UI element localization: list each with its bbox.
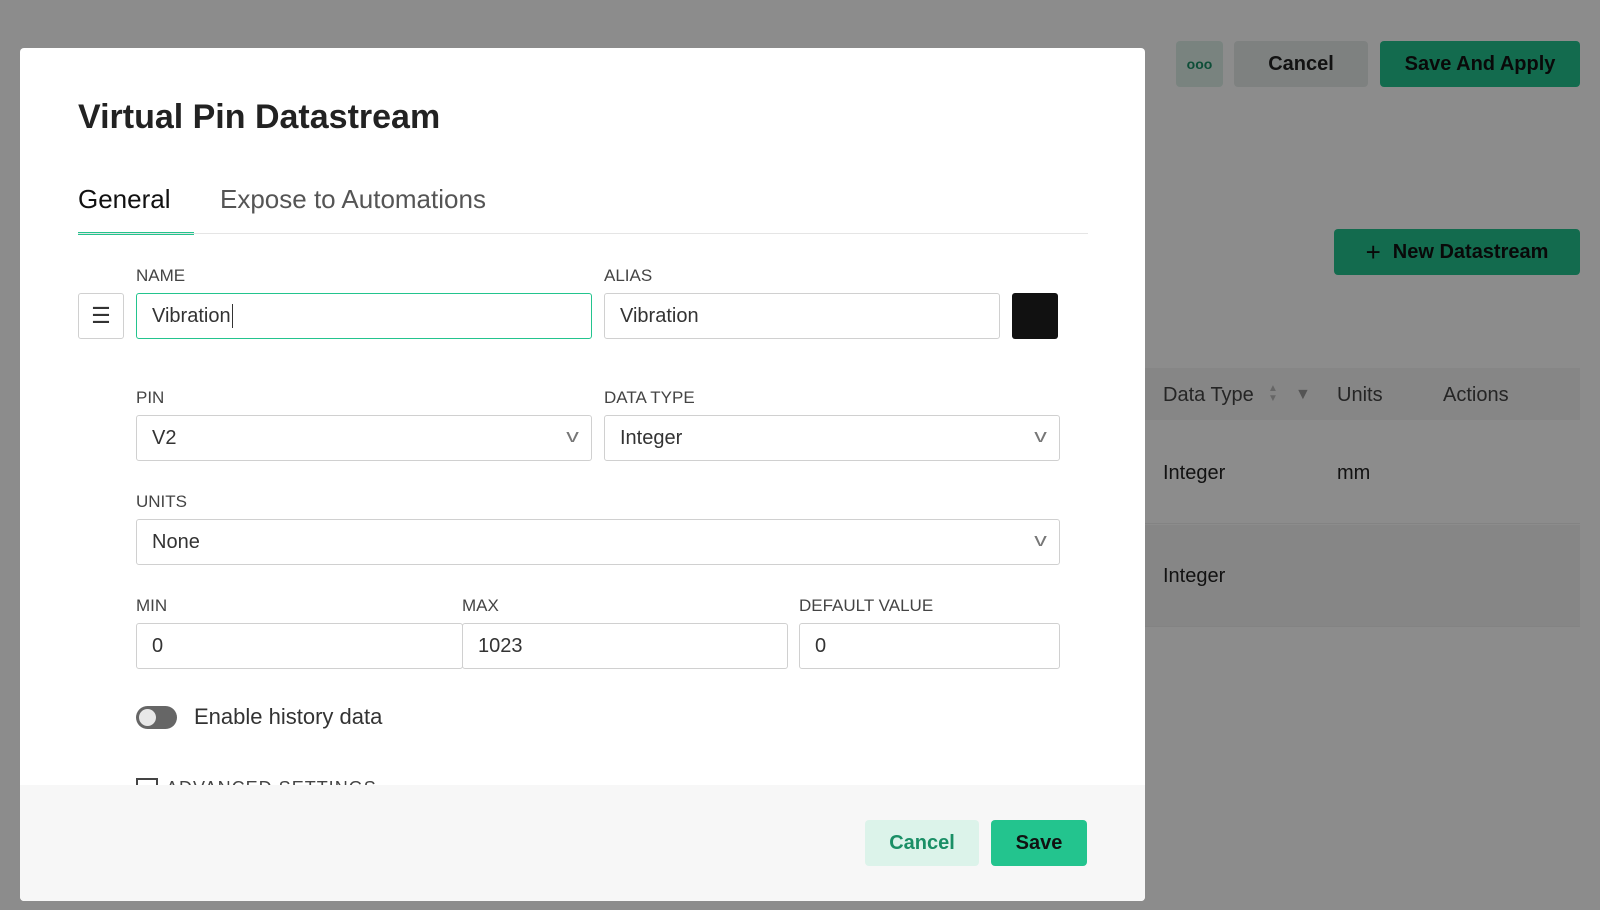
datastream-dialog: Virtual Pin Datastream General Expose to… (20, 48, 1145, 901)
default-value-input[interactable]: 0 (799, 623, 1060, 669)
cancel-button[interactable]: Cancel (865, 820, 979, 866)
tab-general[interactable]: General (78, 184, 171, 215)
icon-picker-button[interactable]: ☰ (78, 293, 124, 339)
max-input[interactable]: 1023 (462, 623, 788, 669)
data-type-select[interactable]: Integer v (604, 415, 1060, 461)
chevron-down-icon: v (1034, 530, 1047, 550)
alias-input[interactable]: Vibration (604, 293, 1000, 339)
max-label: MAX (462, 596, 499, 615)
tab-expose-to-automations[interactable]: Expose to Automations (220, 184, 486, 215)
default-value-label: DEFAULT VALUE (799, 596, 934, 615)
history-toggle[interactable] (136, 706, 177, 729)
dialog-footer: Cancel Save (20, 785, 1145, 901)
units-select[interactable]: None v (136, 519, 1060, 565)
min-input[interactable]: 0 (136, 623, 463, 669)
name-label: NAME (136, 266, 186, 285)
pin-label: PIN (136, 388, 165, 407)
pin-select[interactable]: V2 v (136, 415, 592, 461)
chevron-down-icon: v (566, 426, 579, 446)
history-label: Enable history data (194, 704, 383, 729)
units-label: UNITS (136, 492, 187, 511)
data-type-label: DATA TYPE (604, 388, 695, 407)
alias-label: ALIAS (604, 266, 653, 285)
name-input[interactable]: Vibration (136, 293, 592, 339)
dialog-title: Virtual Pin Datastream (78, 98, 441, 136)
color-picker[interactable] (1012, 293, 1058, 339)
save-button[interactable]: Save (991, 820, 1087, 866)
settings-sliders-icon: ☰ (91, 303, 111, 328)
chevron-down-icon: v (1034, 426, 1047, 446)
tabs-divider (78, 233, 1088, 234)
min-label: MIN (136, 596, 168, 615)
